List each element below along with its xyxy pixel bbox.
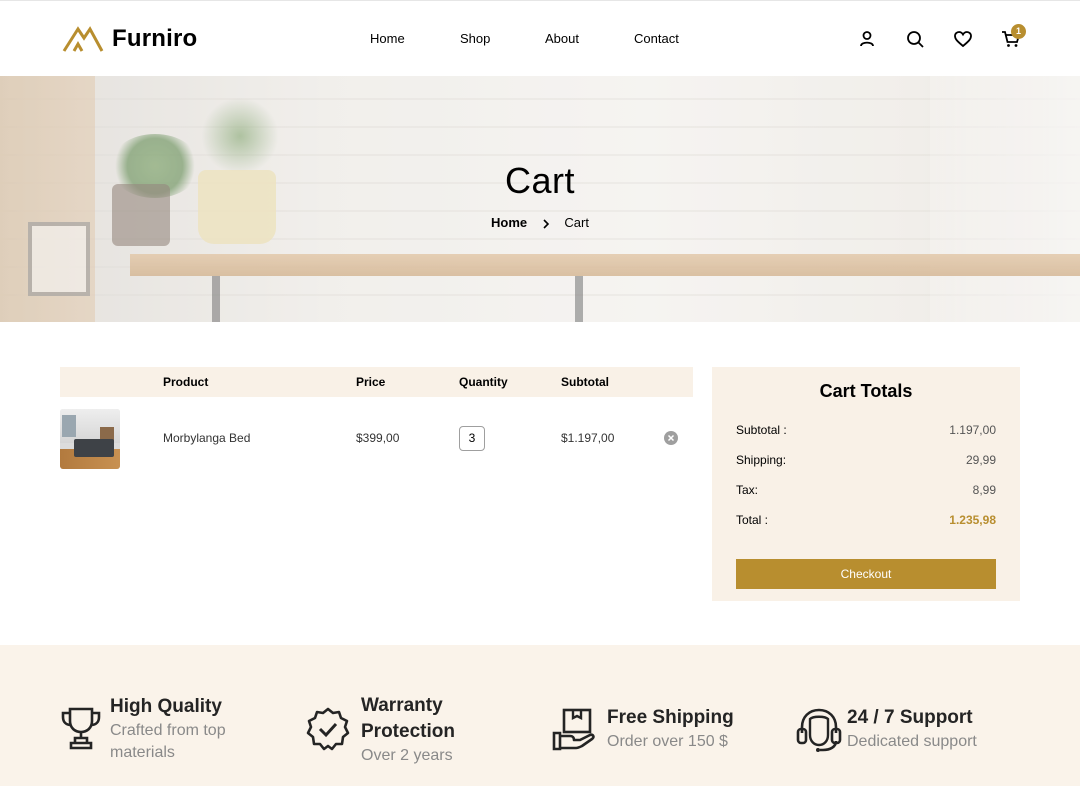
column-header-quantity: Quantity	[459, 375, 508, 389]
breadcrumb-home-link[interactable]: Home	[491, 215, 527, 230]
product-subtotal: $1.197,00	[561, 431, 615, 445]
totals-label: Subtotal :	[736, 423, 787, 437]
product-thumbnail[interactable]	[60, 409, 120, 469]
feature-subtitle: Order over 150 $	[607, 733, 728, 750]
totals-label: Shipping:	[736, 453, 787, 467]
feature-title: Free Shipping	[607, 707, 734, 728]
cart-totals-title: Cart Totals	[819, 381, 913, 401]
nav-home[interactable]: Home	[370, 31, 405, 46]
chevron-right-icon	[543, 218, 549, 229]
product-name[interactable]: Morbylanga Bed	[163, 431, 250, 445]
product-price: $399,00	[356, 431, 400, 445]
totals-label: Total :	[736, 513, 769, 527]
features-strip: High Quality Crafted from top materials …	[0, 645, 1080, 786]
feature-title: Warranty Protection	[361, 695, 455, 742]
hero-banner: Cart Home Cart	[0, 76, 1080, 322]
feature-title: 24 / 7 Support	[847, 707, 973, 728]
totals-value: 1.197,00	[949, 423, 996, 437]
page-title: Cart	[504, 160, 575, 201]
totals-value: 8,99	[972, 483, 996, 497]
shipping-box-icon	[552, 707, 598, 753]
nav-about[interactable]: About	[545, 31, 579, 46]
checkout-button[interactable]: Checkout	[736, 559, 996, 589]
cart-count-badge: 1	[1011, 24, 1026, 39]
feature-subtitle: Crafted from top materials	[110, 722, 226, 761]
nav-contact[interactable]: Contact	[634, 31, 679, 46]
totals-grand-total: 1.235,98	[949, 513, 996, 527]
column-header-price: Price	[356, 375, 386, 389]
site-header: Furniro Home Shop About Contact 1	[0, 0, 1080, 76]
breadcrumb-current: Cart	[564, 215, 589, 230]
headset-icon	[796, 707, 842, 753]
warranty-badge-icon	[305, 707, 351, 753]
cart-table-header: Product Price Quantity Subtotal	[60, 367, 693, 397]
totals-value: 29,99	[965, 453, 996, 467]
quantity-input[interactable]: 3	[459, 426, 485, 451]
column-header-subtotal: Subtotal	[561, 375, 609, 389]
nav-shop[interactable]: Shop	[460, 31, 490, 46]
feature-title: High Quality	[110, 696, 222, 717]
totals-label: Tax:	[736, 483, 759, 497]
remove-item-icon[interactable]	[664, 431, 678, 445]
table-row: Morbylanga Bed $399,00 3 $1.197,00	[60, 409, 700, 469]
user-icon[interactable]	[857, 29, 877, 49]
cart-totals-panel: Cart Totals Subtotal : 1.197,00 Shipping…	[712, 367, 1020, 601]
feature-subtitle: Dedicated support	[847, 733, 977, 750]
column-header-product: Product	[163, 375, 209, 389]
breadcrumb: Home Cart	[0, 215, 1080, 230]
search-icon[interactable]	[905, 29, 925, 49]
feature-subtitle: Over 2 years	[361, 747, 453, 764]
trophy-icon	[58, 705, 104, 751]
heart-icon[interactable]	[953, 29, 973, 49]
